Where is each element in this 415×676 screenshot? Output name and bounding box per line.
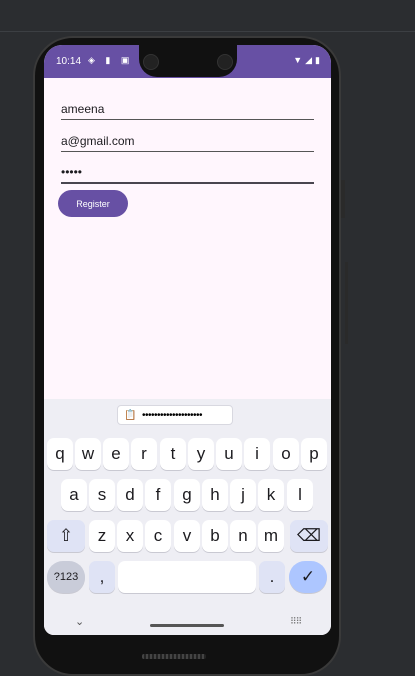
key-b[interactable]: b bbox=[202, 520, 228, 552]
soft-keyboard: 📋 •••••••••••••••••••• q w e r t y u i o… bbox=[44, 399, 331, 635]
device-speaker-grille bbox=[142, 654, 206, 659]
navigation-bar: ⌄ ⠿⠿ bbox=[44, 613, 331, 635]
key-f[interactable]: f bbox=[145, 479, 171, 511]
key-a[interactable]: a bbox=[61, 479, 87, 511]
clipboard-icon: 📋 bbox=[124, 409, 136, 421]
symbols-key[interactable]: ?123 bbox=[47, 561, 85, 593]
comma-key[interactable]: , bbox=[89, 561, 115, 593]
camera-icon bbox=[143, 54, 159, 70]
key-z[interactable]: z bbox=[89, 520, 115, 552]
key-i[interactable]: i bbox=[244, 438, 270, 470]
key-k[interactable]: k bbox=[258, 479, 284, 511]
camera-icon bbox=[217, 54, 233, 70]
key-m[interactable]: m bbox=[258, 520, 284, 552]
enter-key[interactable]: ✓ bbox=[289, 561, 327, 593]
home-gesture-handle[interactable] bbox=[150, 624, 224, 627]
register-button[interactable]: Register bbox=[58, 190, 128, 217]
key-w[interactable]: w bbox=[75, 438, 101, 470]
keyboard-switcher-icon[interactable]: ⠿⠿ bbox=[290, 616, 302, 627]
key-g[interactable]: g bbox=[174, 479, 200, 511]
status-time: 10:14 bbox=[56, 56, 82, 67]
key-t[interactable]: t bbox=[160, 438, 186, 470]
spacebar[interactable] bbox=[118, 561, 256, 593]
camera-notch bbox=[139, 45, 237, 77]
volume-button[interactable] bbox=[345, 262, 348, 344]
name-field[interactable]: ameena bbox=[61, 102, 314, 120]
shift-key[interactable]: ⇧ bbox=[47, 520, 85, 552]
key-x[interactable]: x bbox=[117, 520, 143, 552]
key-l[interactable]: l bbox=[287, 479, 313, 511]
key-c[interactable]: c bbox=[145, 520, 171, 552]
key-s[interactable]: s bbox=[89, 479, 115, 511]
status-signal-battery-icons: ▼◢▮ bbox=[293, 55, 323, 65]
key-r[interactable]: r bbox=[131, 438, 157, 470]
key-y[interactable]: y bbox=[188, 438, 214, 470]
status-bar: 10:14 ◈ ▮ ▣ ▼◢▮ bbox=[44, 45, 331, 78]
key-e[interactable]: e bbox=[103, 438, 129, 470]
clipboard-text: •••••••••••••••••••• bbox=[141, 409, 203, 421]
key-j[interactable]: j bbox=[230, 479, 256, 511]
ide-top-bar bbox=[0, 0, 415, 32]
key-p[interactable]: p bbox=[301, 438, 327, 470]
status-notification-icons: ◈ ▮ ▣ bbox=[88, 55, 134, 65]
key-n[interactable]: n bbox=[230, 520, 256, 552]
period-key[interactable]: . bbox=[259, 561, 285, 593]
hide-keyboard-icon[interactable]: ⌄ bbox=[75, 615, 84, 628]
email-field[interactable]: a@gmail.com bbox=[61, 134, 314, 152]
key-o[interactable]: o bbox=[273, 438, 299, 470]
key-d[interactable]: d bbox=[117, 479, 143, 511]
key-q[interactable]: q bbox=[47, 438, 73, 470]
backspace-key[interactable]: ⌫ bbox=[290, 520, 328, 552]
clipboard-suggestion[interactable]: 📋 •••••••••••••••••••• bbox=[117, 405, 233, 425]
password-field[interactable]: ••••• bbox=[61, 165, 314, 184]
power-button[interactable] bbox=[341, 180, 345, 218]
key-u[interactable]: u bbox=[216, 438, 242, 470]
key-v[interactable]: v bbox=[174, 520, 200, 552]
phone-screen: 10:14 ◈ ▮ ▣ ▼◢▮ ameena a@gmail.com •••••… bbox=[44, 45, 331, 635]
key-h[interactable]: h bbox=[202, 479, 228, 511]
